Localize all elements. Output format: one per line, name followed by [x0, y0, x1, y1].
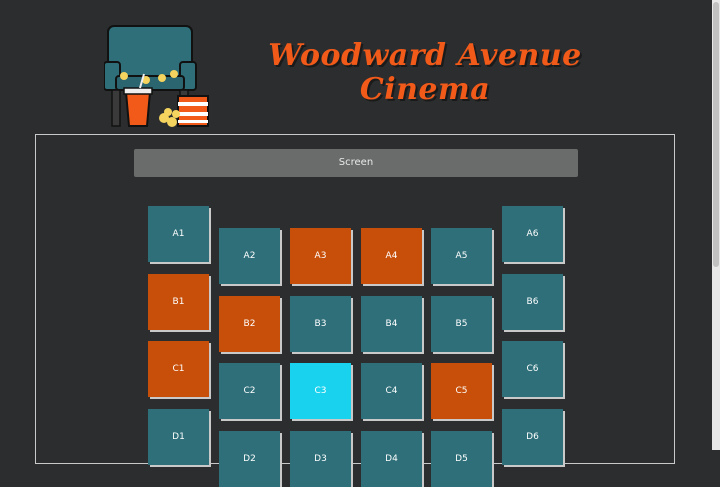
- seat-b5[interactable]: B5: [431, 296, 492, 352]
- seat-d6[interactable]: D6: [502, 409, 563, 465]
- seat-c5[interactable]: C5: [431, 363, 492, 419]
- cinema-title-line2: Cinema: [359, 72, 491, 107]
- seat-c3[interactable]: C3: [290, 363, 351, 419]
- seat-d3[interactable]: D3: [290, 431, 351, 487]
- seat-a2[interactable]: A2: [219, 228, 280, 284]
- seat-a6[interactable]: A6: [502, 206, 563, 262]
- seating-panel: [35, 134, 675, 464]
- seat-d1[interactable]: D1: [148, 409, 209, 465]
- seat-b4[interactable]: B4: [361, 296, 422, 352]
- seat-d4[interactable]: D4: [361, 431, 422, 487]
- scrollbar-thumb[interactable]: [713, 2, 719, 267]
- seat-b6[interactable]: B6: [502, 274, 563, 330]
- seat-b3[interactable]: B3: [290, 296, 351, 352]
- seat-b2[interactable]: B2: [219, 296, 280, 352]
- seat-a5[interactable]: A5: [431, 228, 492, 284]
- screen-bar: Screen: [134, 149, 578, 177]
- seat-b1[interactable]: B1: [148, 274, 209, 330]
- seat-c2[interactable]: C2: [219, 363, 280, 419]
- seat-d2[interactable]: D2: [219, 431, 280, 487]
- seat-a1[interactable]: A1: [148, 206, 209, 262]
- cinema-title-line1: Woodward Avenue: [268, 38, 582, 73]
- seat-d5[interactable]: D5: [431, 431, 492, 487]
- cinema-logo-icon: [103, 22, 212, 130]
- seat-a3[interactable]: A3: [290, 228, 351, 284]
- seat-c6[interactable]: C6: [502, 341, 563, 397]
- page-scrollbar[interactable]: [712, 0, 720, 450]
- seat-a4[interactable]: A4: [361, 228, 422, 284]
- seat-c1[interactable]: C1: [148, 341, 209, 397]
- seat-c4[interactable]: C4: [361, 363, 422, 419]
